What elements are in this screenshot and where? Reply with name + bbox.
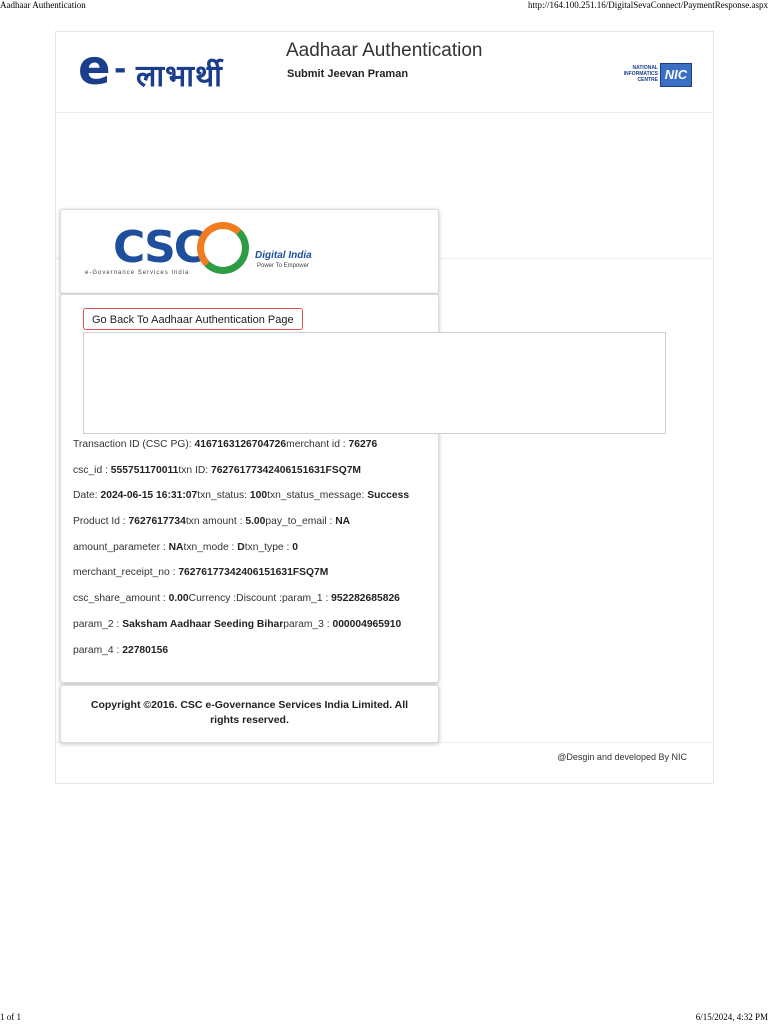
print-header: Aadhaar Authentication http://164.100.25… <box>0 0 768 12</box>
detail-label: param_3 : <box>283 618 333 630</box>
detail-label: Transaction ID (CSC PG): <box>73 439 195 450</box>
print-footer-timestamp: 6/15/2024, 4:32 PM <box>695 1012 768 1022</box>
print-header-url: http://164.100.251.16/DigitalSevaConnect… <box>528 0 768 10</box>
page-subtitle: Submit Jeevan Praman <box>287 68 409 80</box>
detail-label: pay_to_email : <box>265 516 336 528</box>
detail-label: merchant_receipt_no : <box>73 567 179 579</box>
detail-row: param_2 : Saksham Aadhaar Seeding Biharp… <box>73 619 433 645</box>
detail-row: amount_parameter : NAtxn_mode : Dtxn_typ… <box>73 542 433 568</box>
csc-logo-letters: CSC <box>113 222 206 273</box>
detail-label: txn_type : <box>244 541 293 553</box>
detail-label: txn_status: <box>197 490 250 502</box>
detail-value: 22780156 <box>122 644 169 656</box>
detail-row: Product Id : 7627617734txn amount : 5.00… <box>73 516 433 542</box>
detail-value: Saksham Aadhaar Seeding Bihar <box>122 618 284 630</box>
detail-value: Success <box>367 490 410 502</box>
detail-label: Discount : <box>236 593 282 605</box>
detail-value: 0.00 <box>168 593 189 605</box>
developer-credit: @Desgin and developed By NIC <box>557 752 687 762</box>
digital-india-ring-icon <box>197 222 249 274</box>
payment-response-card: Go Back To Aadhaar Authentication Page T… <box>60 294 666 683</box>
detail-label: txn ID: <box>178 464 211 476</box>
detail-label: csc_id : <box>73 464 111 476</box>
detail-value: 000004965910 <box>332 618 402 630</box>
nic-logo-box: NIC <box>660 63 692 87</box>
detail-value: 4167163126704726 <box>194 439 287 450</box>
detail-label: csc_share_amount : <box>73 593 169 605</box>
detail-row: param_4 : 22780156 <box>73 645 433 671</box>
detail-value: NA <box>168 541 184 553</box>
csc-tagline: e-Governance Services India <box>85 270 190 276</box>
detail-label: merchant id : <box>286 439 349 450</box>
detail-value: 5.00 <box>245 516 266 528</box>
detail-value: D <box>237 541 245 553</box>
print-footer-page: 1 of 1 <box>0 1012 21 1022</box>
digital-india-label: Digital India <box>255 250 312 261</box>
embedded-frame <box>83 332 666 434</box>
detail-value: 76276177342406151631FSQ7M <box>211 464 362 476</box>
detail-label: Date: <box>73 490 101 502</box>
detail-row: merchant_receipt_no : 762761773424061516… <box>73 567 433 593</box>
detail-label: param_1 : <box>281 593 332 605</box>
copyright-text: Copyright ©2016. CSC e-Governance Servic… <box>90 699 409 726</box>
footer-card: Copyright ©2016. CSC e-Governance Servic… <box>60 685 439 743</box>
detail-row: Transaction ID (CSC PG): 416716312670472… <box>73 439 433 465</box>
detail-label: Product Id : <box>73 516 129 528</box>
digital-india-subtitle: Power To Empower <box>257 263 309 269</box>
detail-value: 0 <box>292 541 298 553</box>
csc-digital-india-logo: CSC e-Governance Services India Digital … <box>85 220 325 284</box>
logo-e: e <box>78 40 111 96</box>
detail-label: param_4 : <box>73 644 123 656</box>
nic-logo-text: NATIONAL INFORMATICS CENTRE <box>623 65 658 83</box>
detail-label: txn_status_message: <box>267 490 368 502</box>
detail-row: csc_share_amount : 0.00Currency :Discoun… <box>73 593 433 619</box>
detail-value: 7627617734 <box>128 516 186 528</box>
logo-hyphen: - <box>114 52 127 87</box>
detail-value: NA <box>335 516 351 528</box>
logo-hindi-text: लाभार्थी <box>136 59 223 94</box>
print-header-title: Aadhaar Authentication <box>0 0 86 10</box>
detail-label: amount_parameter : <box>73 541 169 553</box>
detail-value: 76276 <box>348 439 378 450</box>
csc-logo-card: CSC e-Governance Services India Digital … <box>60 209 439 294</box>
app-header: e - लाभार्थी Aadhaar Authentication Subm… <box>56 32 713 113</box>
page-title: Aadhaar Authentication <box>286 40 483 61</box>
print-footer: 1 of 1 6/15/2024, 4:32 PM <box>0 1012 768 1024</box>
transaction-details: Transaction ID (CSC PG): 416716312670472… <box>73 439 433 670</box>
detail-row: Date: 2024-06-15 16:31:07txn_status: 100… <box>73 490 433 516</box>
go-back-button[interactable]: Go Back To Aadhaar Authentication Page <box>83 308 303 330</box>
detail-label: txn_mode : <box>183 541 238 553</box>
detail-value: 100 <box>249 490 268 502</box>
detail-label: txn amount : <box>185 516 246 528</box>
detail-value: 952282685826 <box>331 593 400 605</box>
detail-value: 76276177342406151631FSQ7M <box>178 567 329 579</box>
detail-value: 2024-06-15 16:31:07 <box>100 490 198 502</box>
detail-label: param_2 : <box>73 618 123 630</box>
detail-value: 555751170011 <box>110 464 179 476</box>
nic-logo: NATIONAL INFORMATICS CENTRE NIC <box>618 63 692 87</box>
e-labharthi-logo: e - लाभार्थी <box>78 40 258 98</box>
detail-row: csc_id : 555751170011txn ID: 76276177342… <box>73 465 433 491</box>
detail-label: Currency : <box>188 593 237 605</box>
